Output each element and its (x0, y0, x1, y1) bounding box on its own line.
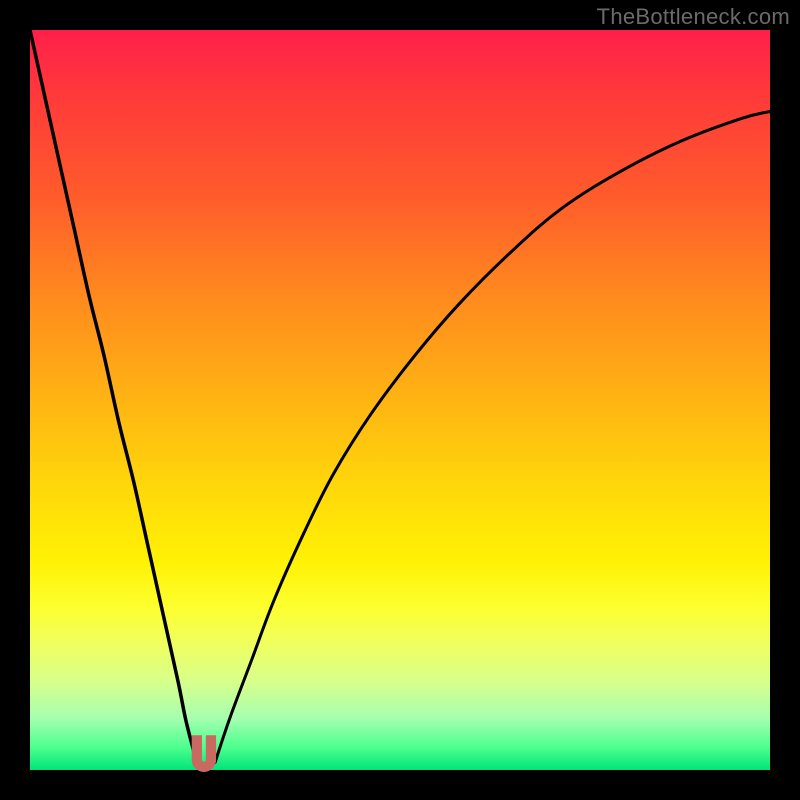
bottleneck-curve-right (215, 111, 770, 762)
u-marker (192, 735, 216, 772)
chart-container: TheBottleneck.com (0, 0, 800, 800)
plot-area (30, 30, 770, 770)
chart-svg (30, 30, 770, 770)
curve-group (30, 30, 770, 772)
watermark-text: TheBottleneck.com (597, 4, 790, 30)
bottleneck-curve-left (30, 30, 197, 763)
